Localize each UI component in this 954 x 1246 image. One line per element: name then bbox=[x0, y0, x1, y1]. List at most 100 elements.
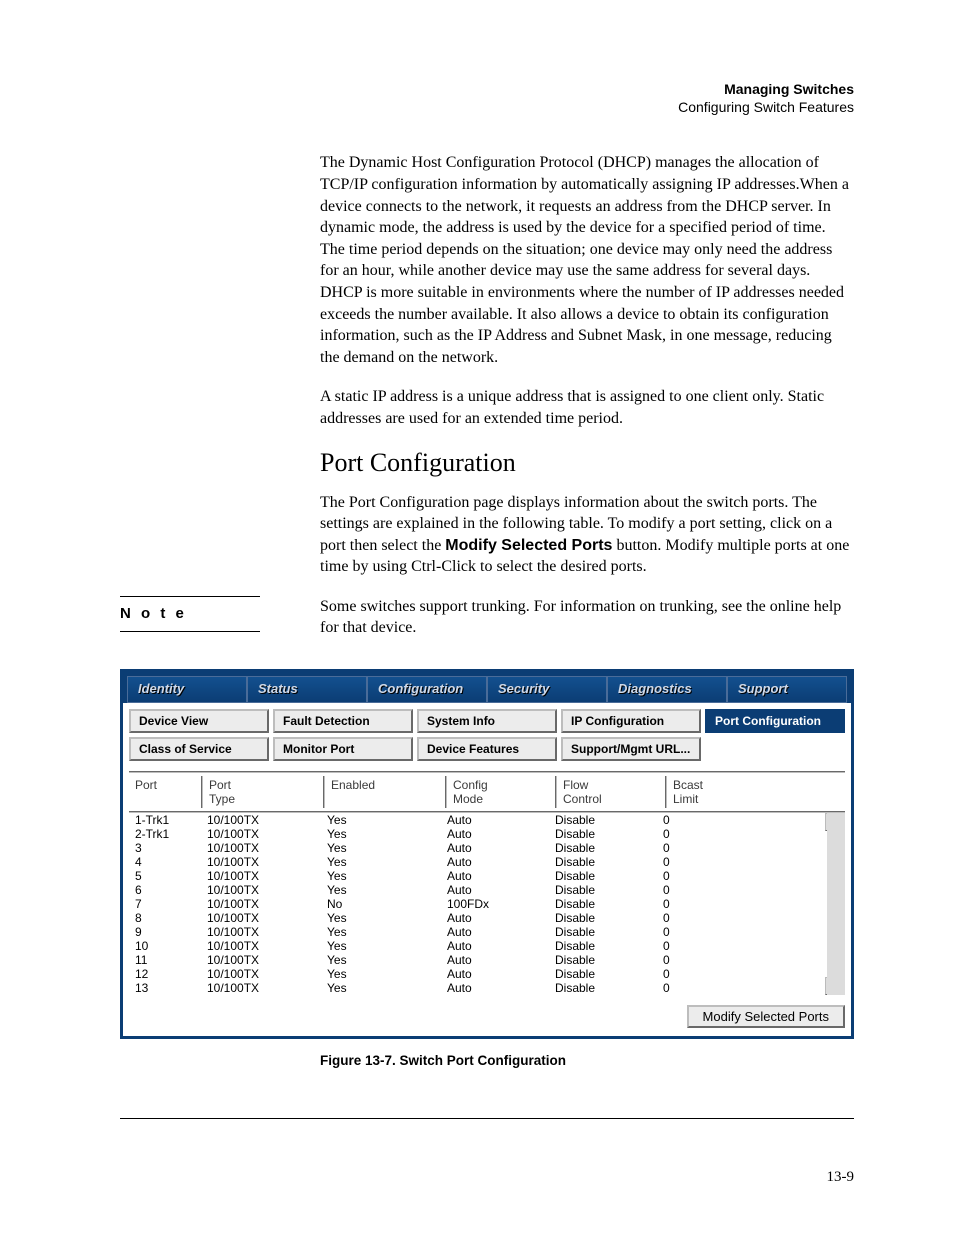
table-row[interactable]: 1310/100TXYesAutoDisable0 bbox=[129, 981, 827, 995]
port-table-header: Port Port Type Enabled Config Mode Flow … bbox=[129, 771, 845, 813]
table-row[interactable]: 510/100TXYesAutoDisable0 bbox=[129, 869, 827, 883]
table-cell: Disable bbox=[549, 827, 657, 841]
table-row[interactable]: 1210/100TXYesAutoDisable0 bbox=[129, 967, 827, 981]
paragraph-static-ip: A static IP address is a unique address … bbox=[320, 386, 854, 429]
table-row[interactable]: 1-Trk110/100TXYesAutoDisable0 bbox=[129, 813, 827, 827]
table-cell: Yes bbox=[321, 855, 441, 869]
subtab-monitor-port[interactable]: Monitor Port bbox=[273, 737, 413, 761]
subtab-device-features[interactable]: Device Features bbox=[417, 737, 557, 761]
header-title: Managing Switches bbox=[120, 80, 854, 98]
table-cell: Yes bbox=[321, 953, 441, 967]
table-cell: 10/100TX bbox=[201, 883, 321, 897]
col-header-bcast-limit: Bcast Limit bbox=[667, 776, 749, 808]
table-cell: Auto bbox=[441, 827, 549, 841]
table-cell: Yes bbox=[321, 911, 441, 925]
paragraph-port-config: The Port Configuration page displays inf… bbox=[320, 492, 854, 578]
table-cell: Auto bbox=[441, 981, 549, 995]
table-cell: 100FDx bbox=[441, 897, 549, 911]
table-cell: 1-Trk1 bbox=[129, 813, 201, 827]
table-cell: Disable bbox=[549, 925, 657, 939]
main-tabbar: Identity Status Configuration Security D… bbox=[123, 672, 851, 703]
table-cell: 0 bbox=[657, 883, 739, 897]
table-cell: Disable bbox=[549, 981, 657, 995]
table-cell: 0 bbox=[657, 953, 739, 967]
table-row[interactable]: 1110/100TXYesAutoDisable0 bbox=[129, 953, 827, 967]
table-cell: 10/100TX bbox=[201, 841, 321, 855]
table-cell: 7 bbox=[129, 897, 201, 911]
table-cell: Auto bbox=[441, 869, 549, 883]
tab-configuration[interactable]: Configuration bbox=[367, 676, 487, 703]
table-cell: Auto bbox=[441, 813, 549, 827]
table-cell: 0 bbox=[657, 813, 739, 827]
section-heading: Port Configuration bbox=[320, 448, 854, 478]
table-cell: 3 bbox=[129, 841, 201, 855]
table-cell: Disable bbox=[549, 855, 657, 869]
table-cell: 0 bbox=[657, 869, 739, 883]
table-cell: Disable bbox=[549, 911, 657, 925]
table-cell: 10/100TX bbox=[201, 827, 321, 841]
table-cell: Yes bbox=[321, 869, 441, 883]
table-cell: Auto bbox=[441, 911, 549, 925]
subtab-port-configuration[interactable]: Port Configuration bbox=[705, 709, 845, 733]
subtab-fault-detection[interactable]: Fault Detection bbox=[273, 709, 413, 733]
header-subtitle: Configuring Switch Features bbox=[120, 98, 854, 116]
tab-diagnostics[interactable]: Diagnostics bbox=[607, 676, 727, 703]
table-cell: Auto bbox=[441, 841, 549, 855]
table-cell: Auto bbox=[441, 967, 549, 981]
table-cell: Disable bbox=[549, 813, 657, 827]
table-cell: 0 bbox=[657, 911, 739, 925]
table-cell: Disable bbox=[549, 869, 657, 883]
table-cell: Yes bbox=[321, 967, 441, 981]
port-table-body[interactable]: ▲ ▼ 1-Trk110/100TXYesAutoDisable02-Trk11… bbox=[129, 813, 845, 995]
table-row[interactable]: 1010/100TXYesAutoDisable0 bbox=[129, 939, 827, 953]
table-cell: Disable bbox=[549, 883, 657, 897]
col-header-port-type: Port Type bbox=[203, 776, 325, 808]
paragraph-dhcp: The Dynamic Host Configuration Protocol … bbox=[320, 152, 854, 368]
subtab-device-view[interactable]: Device View bbox=[129, 709, 269, 733]
tab-support[interactable]: Support bbox=[727, 676, 847, 703]
table-cell: Disable bbox=[549, 967, 657, 981]
col-header-enabled: Enabled bbox=[325, 776, 447, 808]
scrollbar-up-icon[interactable]: ▲ bbox=[825, 813, 845, 831]
col-header-port: Port bbox=[129, 776, 203, 808]
modify-selected-ports-button[interactable]: Modify Selected Ports bbox=[687, 1005, 845, 1028]
note-label: N o t e bbox=[120, 605, 187, 622]
table-cell: Yes bbox=[321, 841, 441, 855]
col-header-flow-control: Flow Control bbox=[557, 776, 667, 808]
table-row[interactable]: 410/100TXYesAutoDisable0 bbox=[129, 855, 827, 869]
scrollbar-down-icon[interactable]: ▼ bbox=[825, 977, 845, 995]
table-cell: 0 bbox=[657, 855, 739, 869]
subtab-class-of-service[interactable]: Class of Service bbox=[129, 737, 269, 761]
table-cell: 10/100TX bbox=[201, 911, 321, 925]
table-cell: Disable bbox=[549, 953, 657, 967]
table-cell: 0 bbox=[657, 967, 739, 981]
table-row[interactable]: 310/100TXYesAutoDisable0 bbox=[129, 841, 827, 855]
table-cell: Yes bbox=[321, 981, 441, 995]
table-row[interactable]: 810/100TXYesAutoDisable0 bbox=[129, 911, 827, 925]
subtab-ip-configuration[interactable]: IP Configuration bbox=[561, 709, 701, 733]
table-cell: 10/100TX bbox=[201, 981, 321, 995]
table-cell: 0 bbox=[657, 897, 739, 911]
table-row[interactable]: 610/100TXYesAutoDisable0 bbox=[129, 883, 827, 897]
table-row[interactable]: 710/100TXNo100FDxDisable0 bbox=[129, 897, 827, 911]
note-rule-top bbox=[120, 596, 260, 597]
table-cell: Auto bbox=[441, 883, 549, 897]
page-header: Managing Switches Configuring Switch Fea… bbox=[120, 80, 854, 116]
tab-identity[interactable]: Identity bbox=[127, 676, 247, 703]
subtab-system-info[interactable]: System Info bbox=[417, 709, 557, 733]
table-row[interactable]: 910/100TXYesAutoDisable0 bbox=[129, 925, 827, 939]
tab-security[interactable]: Security bbox=[487, 676, 607, 703]
table-cell: Yes bbox=[321, 939, 441, 953]
table-cell: 0 bbox=[657, 925, 739, 939]
table-cell: 10/100TX bbox=[201, 869, 321, 883]
table-cell: 10/100TX bbox=[201, 967, 321, 981]
table-cell: 12 bbox=[129, 967, 201, 981]
tab-status[interactable]: Status bbox=[247, 676, 367, 703]
table-cell: 0 bbox=[657, 827, 739, 841]
table-cell: Disable bbox=[549, 841, 657, 855]
table-cell: 0 bbox=[657, 939, 739, 953]
table-cell: Auto bbox=[441, 953, 549, 967]
table-row[interactable]: 2-Trk110/100TXYesAutoDisable0 bbox=[129, 827, 827, 841]
table-cell: 10/100TX bbox=[201, 897, 321, 911]
subtab-support-mgmt-url[interactable]: Support/Mgmt URL... bbox=[561, 737, 701, 761]
